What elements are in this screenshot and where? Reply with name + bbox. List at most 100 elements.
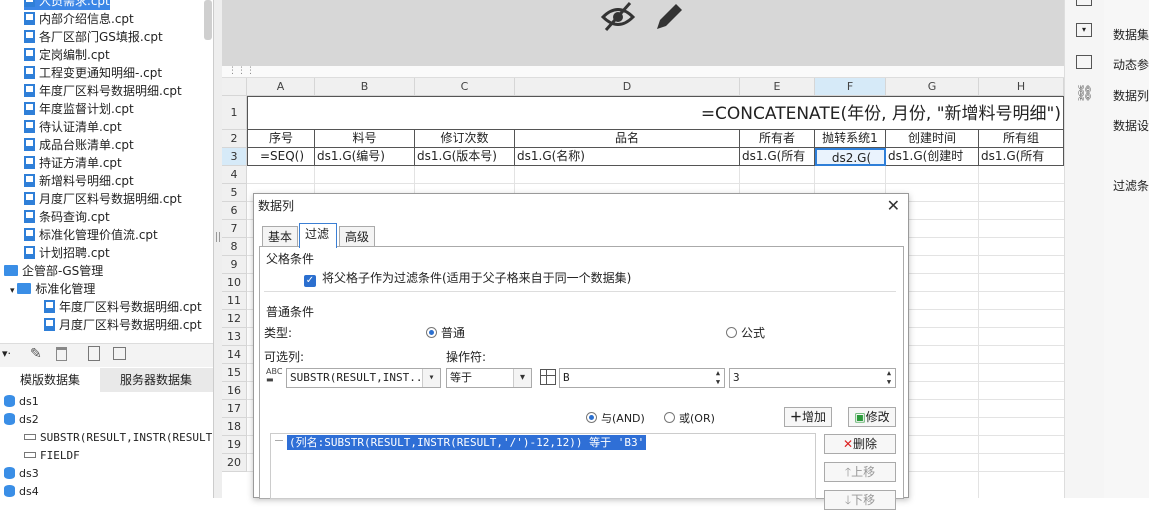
tree-file[interactable]: 月度厂区料号数据明细.cpt xyxy=(24,190,182,208)
move-up-button[interactable]: 🡑上移 xyxy=(824,462,896,482)
header-cell[interactable]: 序号 xyxy=(247,130,315,148)
tree-file[interactable]: 计划招聘.cpt xyxy=(24,244,110,262)
row-header[interactable]: 19 xyxy=(222,436,247,454)
sheet-corner[interactable] xyxy=(222,78,247,96)
tab-filter[interactable]: 过滤 xyxy=(299,223,337,248)
add-dataset-icon[interactable]: ▾· xyxy=(2,347,11,360)
tree-folder[interactable]: ▾ 标准化管理 xyxy=(10,280,95,298)
header-cell[interactable]: 品名 xyxy=(515,130,740,148)
row-header[interactable]: 12 xyxy=(222,310,247,328)
dataset-column[interactable]: SUBSTR(RESULT,INSTR(RESULT,'/') xyxy=(24,429,213,447)
spinner-icon[interactable]: ▲ ▼ xyxy=(883,369,895,387)
tree-file[interactable]: 年度监督计划.cpt xyxy=(24,100,134,118)
tree-file[interactable]: 条码查询.cpt xyxy=(24,208,110,226)
dataset-column[interactable]: FIELDF xyxy=(24,447,80,465)
tree-file[interactable]: 内部介绍信息.cpt xyxy=(24,10,134,28)
column-header[interactable]: E xyxy=(740,78,815,96)
tab-template-dataset[interactable]: 模版数据集 xyxy=(0,368,100,392)
tree-scrollbar[interactable] xyxy=(204,0,212,40)
stack-icon[interactable] xyxy=(1076,55,1092,69)
tree-file[interactable]: 定岗编制.cpt xyxy=(24,46,110,64)
or-radio[interactable]: 或(OR) xyxy=(664,410,715,426)
radio-icon[interactable] xyxy=(726,327,737,338)
dropdown-box-icon[interactable]: ▾ xyxy=(1076,23,1092,37)
tree-file[interactable]: 持证方清单.cpt xyxy=(24,154,122,172)
parent-checkbox-row[interactable]: ✓ 将父格子作为过滤条件(适用于父子格来自于同一个数据集) xyxy=(304,269,631,287)
tree-file[interactable]: 月度厂区料号数据明细.cpt xyxy=(44,316,202,334)
type-formula-radio[interactable]: 公式 xyxy=(726,324,765,341)
row-header[interactable]: 15 xyxy=(222,364,247,382)
delete-icon[interactable] xyxy=(56,347,67,361)
row-header[interactable]: 10 xyxy=(222,274,247,292)
row-header[interactable]: 17 xyxy=(222,400,247,418)
modify-button[interactable]: ▣修改 xyxy=(848,407,896,427)
column-header[interactable]: H xyxy=(979,78,1064,96)
formula-cell[interactable]: =SEQ() xyxy=(247,148,315,166)
cell-element-icon[interactable] xyxy=(1076,0,1092,6)
header-cell[interactable]: 创建时间 xyxy=(886,130,979,148)
row-header[interactable]: 8 xyxy=(222,238,247,256)
header-cell[interactable]: 抛转系统1 xyxy=(815,130,886,148)
property-item[interactable]: 动态参 xyxy=(1113,56,1149,73)
property-item[interactable]: 数据集 xyxy=(1113,26,1149,43)
row-header[interactable]: 7 xyxy=(222,220,247,238)
tree-file[interactable]: 成品台账清单.cpt xyxy=(24,136,134,154)
chevron-down-icon[interactable]: ▾ xyxy=(422,369,440,387)
property-item[interactable]: 过滤条 xyxy=(1113,177,1149,194)
check-icon[interactable]: ✓ xyxy=(304,275,316,287)
dataset-item[interactable]: ds3 xyxy=(4,465,39,483)
row-header[interactable]: 3 xyxy=(222,148,247,166)
chevron-down-icon[interactable]: ▾ xyxy=(10,286,17,296)
hide-icon[interactable] xyxy=(600,0,636,34)
edit-pencil-icon[interactable] xyxy=(652,0,686,34)
tree-file[interactable]: 人员需求.cpt xyxy=(24,0,110,10)
radio-selected-icon[interactable] xyxy=(426,327,437,338)
table-picker-icon[interactable] xyxy=(540,369,556,385)
row-header[interactable]: 2 xyxy=(222,130,247,148)
move-down-button[interactable]: 🡓下移 xyxy=(824,490,896,510)
row-header[interactable]: 18 xyxy=(222,418,247,436)
type-normal-radio[interactable]: 普通 xyxy=(426,324,465,341)
tree-folder[interactable]: 企管部-GS管理 xyxy=(4,262,103,280)
header-cell[interactable]: 所有组 xyxy=(979,130,1064,148)
header-cell[interactable]: 修订次数 xyxy=(415,130,515,148)
header-cell[interactable]: 所有者 xyxy=(740,130,815,148)
property-item[interactable]: 数据设 xyxy=(1113,117,1149,134)
link-icon[interactable]: ⛓ xyxy=(1075,84,1094,102)
formula-cell[interactable]: ds2.G( xyxy=(815,148,886,166)
formula-cell[interactable]: ds1.G(版本号) xyxy=(415,148,515,166)
tree-file[interactable]: 待认证清单.cpt xyxy=(24,118,122,136)
column-header[interactable]: B xyxy=(315,78,415,96)
tree-file[interactable]: 年度厂区料号数据明细.cpt xyxy=(24,82,182,100)
tree-file[interactable]: 标准化管理价值流.cpt xyxy=(24,226,158,244)
tree-file[interactable]: 工程变更通知明细-.cpt xyxy=(24,64,162,82)
formula-cell[interactable]: ds1.G(所有 xyxy=(979,148,1064,166)
tab-server-dataset[interactable]: 服务器数据集 xyxy=(100,368,212,392)
formula-cell[interactable]: ds1.G(编号) xyxy=(315,148,415,166)
tree-file[interactable]: 各厂区部门GS填报.cpt xyxy=(24,28,163,46)
panel-divider[interactable] xyxy=(214,0,222,498)
tab-basic[interactable]: 基本 xyxy=(262,226,298,247)
row-header[interactable]: 6 xyxy=(222,202,247,220)
radio-icon[interactable] xyxy=(664,412,675,423)
row-header[interactable]: 4 xyxy=(222,166,247,184)
row-header[interactable]: 16 xyxy=(222,382,247,400)
row-header[interactable]: 20 xyxy=(222,454,247,472)
column-header[interactable]: C xyxy=(415,78,515,96)
tab-advanced[interactable]: 高级 xyxy=(339,226,375,247)
formula-cell[interactable]: ds1.G(创建时 xyxy=(886,148,979,166)
preview-icon[interactable] xyxy=(88,346,100,361)
row-header[interactable]: 1 xyxy=(222,96,247,130)
row-header[interactable]: 11 xyxy=(222,292,247,310)
operator-select[interactable]: 等于 ▾ xyxy=(446,368,532,388)
tree-file[interactable]: 新增料号明细.cpt xyxy=(24,172,134,190)
delete-button[interactable]: ✕删除 xyxy=(824,434,896,454)
condition-item[interactable]: (列名:SUBSTR(RESULT,INSTR(RESULT,'/')-12,1… xyxy=(287,435,647,450)
row-header[interactable]: 5 xyxy=(222,184,247,202)
spinner-icon[interactable]: ▲ ▼ xyxy=(712,369,724,387)
property-item[interactable]: 数据列 xyxy=(1113,87,1149,104)
formula-cell[interactable]: ds1.G(名称) xyxy=(515,148,740,166)
add-button[interactable]: ＋增加 xyxy=(784,407,832,427)
dataset-item[interactable]: ds4 xyxy=(4,483,39,498)
column-header[interactable]: D xyxy=(515,78,740,96)
